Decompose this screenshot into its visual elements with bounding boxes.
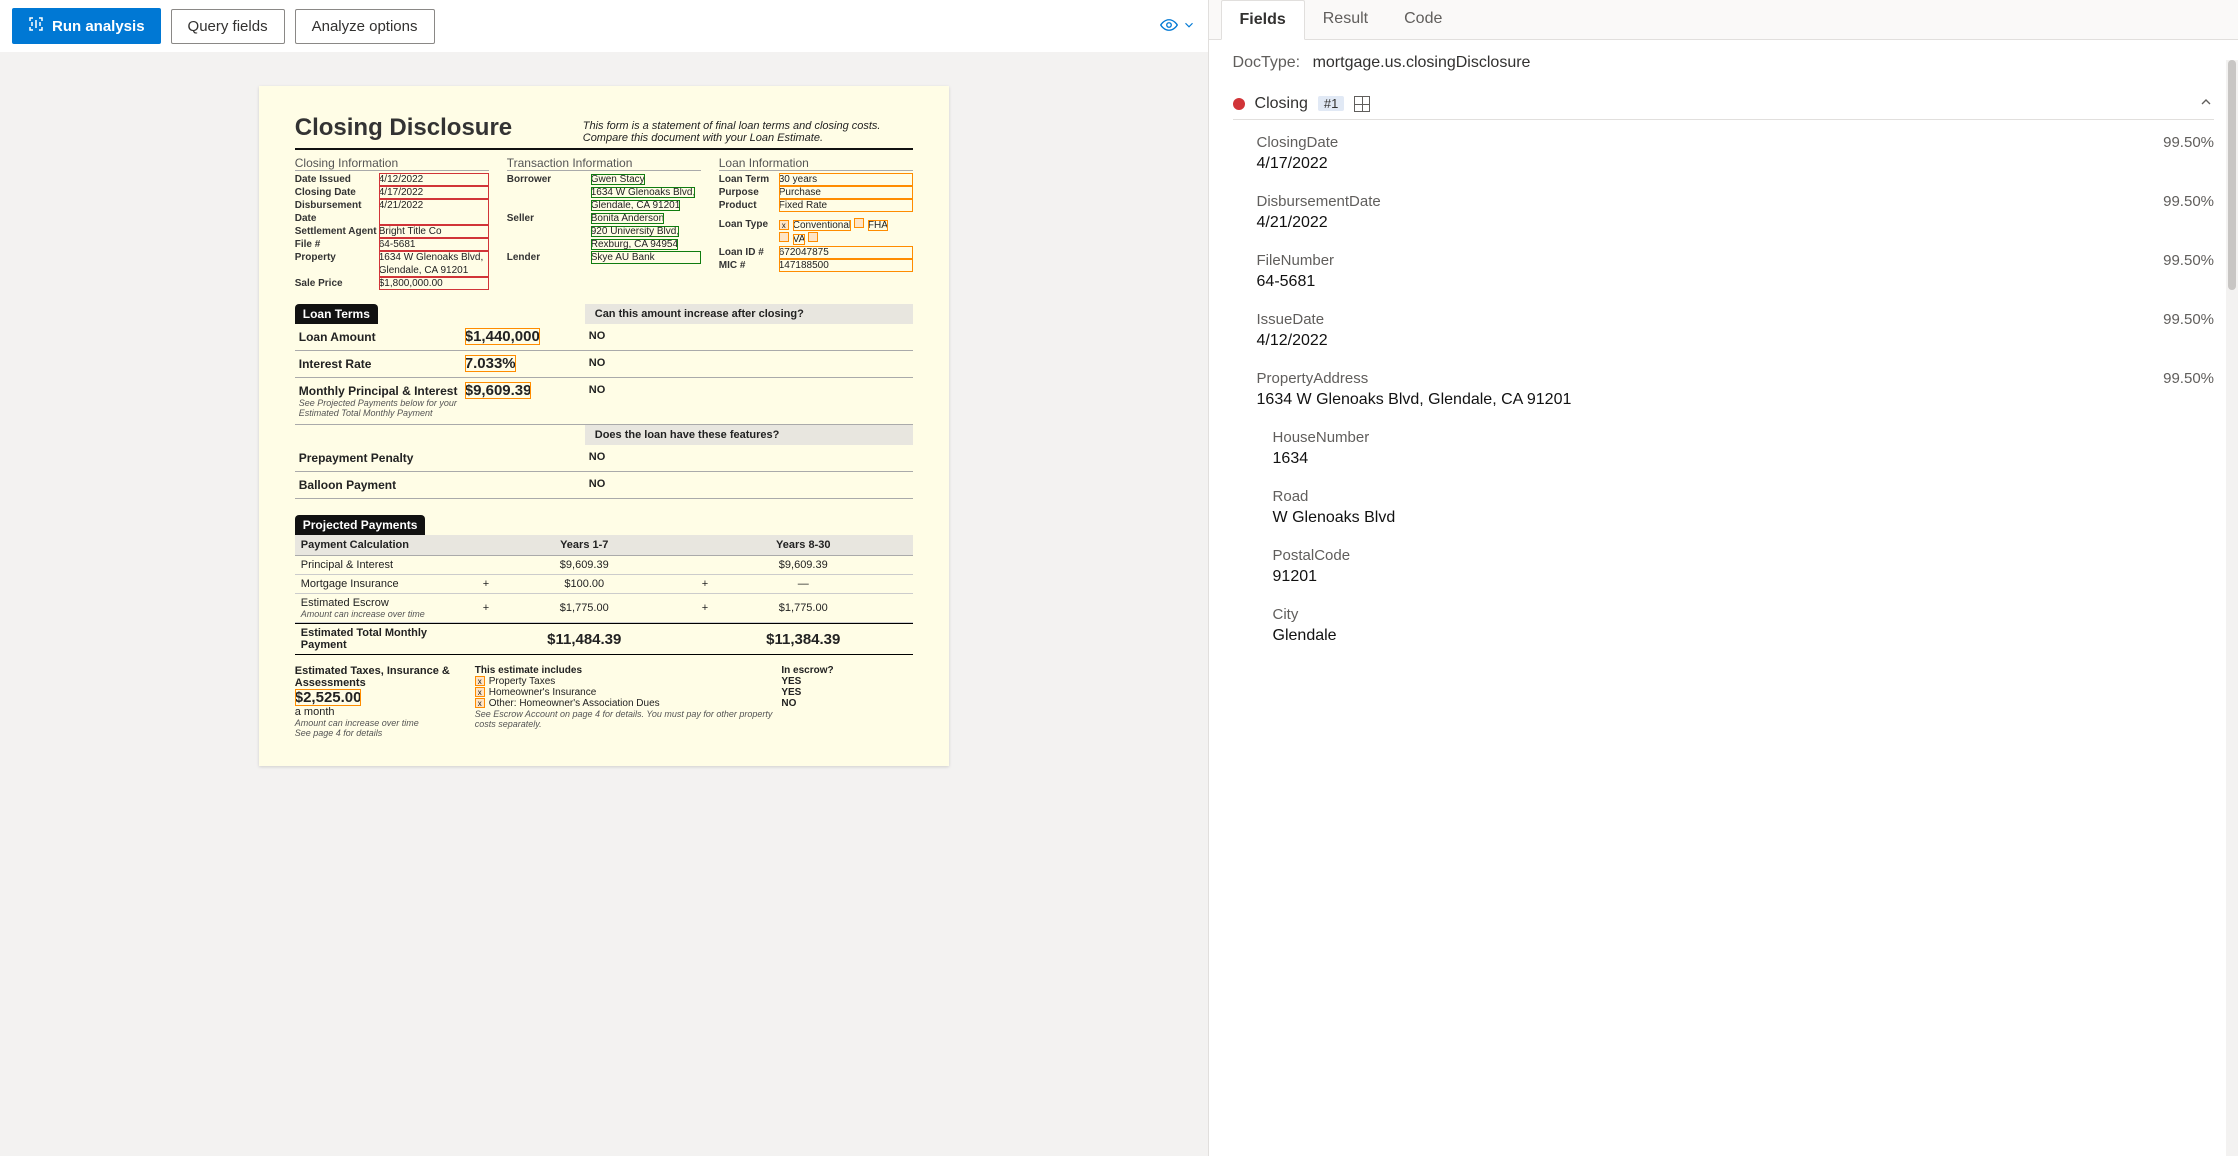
closing-date-value: 4/17/2022 [379,186,489,199]
loan-features-question: Does the loan have these features? [585,425,913,445]
field-item: ClosingDate99.50% 4/17/2022 [1257,124,2214,183]
confidence-value: 99.50% [2163,193,2214,210]
field-value: 1634 W Glenoaks Blvd, Glendale, CA 91201 [1257,391,2214,409]
loan-info-heading: Loan Information [719,156,913,171]
document-page: Closing Disclosure This form is a statem… [259,86,949,766]
date-issued-value: 4/12/2022 [379,173,489,186]
eye-icon[interactable] [1160,16,1178,37]
interest-rate-value: 7.033% [465,355,516,372]
chevron-down-icon[interactable] [1182,18,1196,35]
left-pane: Run analysis Query fields Analyze option… [0,0,1209,1156]
field-value: 4/12/2022 [1257,332,2214,350]
disbursement-date-value: 4/21/2022 [379,199,489,225]
product-value: Fixed Rate [779,199,913,212]
chevron-up-icon [2198,94,2214,113]
field-item: FileNumber99.50% 64-5681 [1257,242,2214,301]
query-fields-button[interactable]: Query fields [171,9,285,44]
confidence-value: 99.50% [2163,252,2214,269]
file-no-value: 64-5681 [379,238,489,251]
seller-name: Bonita Anderson [591,213,664,224]
borrower-addr: 1634 W Glenoaks Blvd, Glendale, CA 91201 [591,187,696,211]
lender-value: Skye AU Bank [591,251,701,264]
toolbar: Run analysis Query fields Analyze option… [0,0,1208,52]
result-tabs: Fields Result Code [1209,0,2238,40]
doctype-label: DocType: [1233,54,1301,71]
loan-terms-question: Can this amount increase after closing? [585,304,913,324]
analyze-options-button[interactable]: Analyze options [295,9,435,44]
borrower-name: Gwen Stacy [591,174,645,185]
tab-fields[interactable]: Fields [1221,0,1305,40]
right-pane: Fields Result Code DocType: mortgage.us.… [1209,0,2238,1156]
est-taxes-amount: $2,525.00 [295,689,362,706]
projected-payments-band: Projected Payments [295,515,426,535]
toolbar-right [1160,16,1196,37]
purpose-value: Purchase [779,186,913,199]
subfield-item: City Glendale [1273,596,2214,655]
confidence-value: 99.50% [2163,134,2214,151]
run-analysis-label: Run analysis [52,18,145,35]
mpi-value: $9,609.39 [465,382,532,399]
grid-icon[interactable] [1354,96,1370,112]
field-value: 64-5681 [1257,273,2214,291]
doc-header-note: This form is a statement of final loan t… [583,114,913,144]
closing-section-header[interactable]: Closing #1 [1233,88,2214,120]
subfield-item: Road W Glenoaks Blvd [1273,478,2214,537]
tab-result[interactable]: Result [1305,0,1386,39]
field-value: 4/17/2022 [1257,155,2214,173]
field-item: DisbursementDate99.50% 4/21/2022 [1257,183,2214,242]
closing-info-heading: Closing Information [295,156,489,171]
confidence-value: 99.50% [2163,370,2214,387]
run-analysis-button[interactable]: Run analysis [12,8,161,44]
scrollbar[interactable] [2226,60,2238,1156]
scan-icon [28,16,44,36]
field-item: PropertyAddress99.50% 1634 W Glenoaks Bl… [1257,360,2214,419]
field-value: 4/21/2022 [1257,214,2214,232]
confidence-value: 99.50% [2163,311,2214,328]
status-dot-icon [1233,98,1245,110]
field-item: IssueDate99.50% 4/12/2022 [1257,301,2214,360]
mic-value: 147188500 [779,259,913,272]
results-body[interactable]: DocType: mortgage.us.closingDisclosure C… [1209,40,2238,1156]
loan-terms-band: Loan Terms [295,304,378,324]
document-viewer[interactable]: Closing Disclosure This form is a statem… [0,52,1208,1156]
transaction-info-heading: Transaction Information [507,156,701,171]
loan-id-value: 672047875 [779,246,913,259]
loan-amount-value: $1,440,000 [465,328,540,345]
seller-addr: 920 University Blvd, Rexburg, CA 94954 [591,226,679,250]
loan-term-value: 30 years [779,173,913,186]
closing-section-title: Closing [1255,95,1308,113]
field-list: ClosingDate99.50% 4/17/2022 Disbursement… [1233,120,2214,655]
doc-title: Closing Disclosure [295,114,512,144]
subfield-item: HouseNumber 1634 [1273,419,2214,478]
subfield-item: PostalCode 91201 [1273,537,2214,596]
sale-price-value: $1,800,000.00 [379,277,489,290]
property-value: 1634 W Glenoaks Blvd, Glendale, CA 91201 [379,251,489,277]
doctype-value: mortgage.us.closingDisclosure [1313,54,1531,71]
closing-badge: #1 [1318,96,1344,111]
tab-code[interactable]: Code [1386,0,1460,39]
settlement-agent-value: Bright Title Co [379,225,489,238]
